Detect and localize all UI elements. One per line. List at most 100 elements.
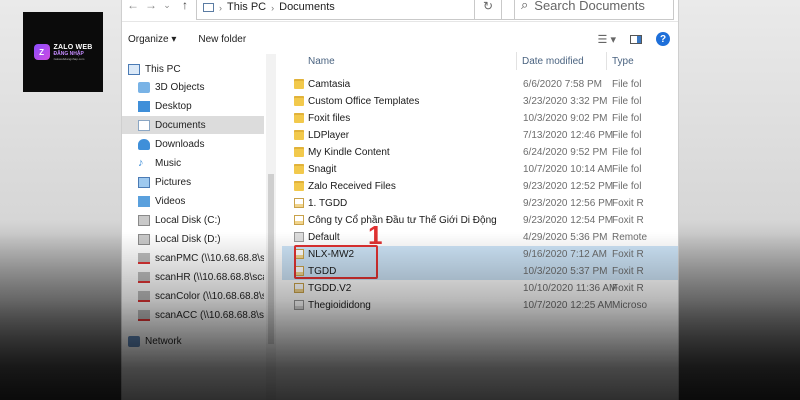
history-dropdown-icon[interactable]: ⌄ <box>158 0 176 14</box>
network-drive-icon <box>138 290 150 302</box>
sidebar-item[interactable]: Local Disk (D:) <box>122 230 264 248</box>
sidebar-item-label: Pictures <box>155 176 192 188</box>
sidebar-item-label: scanHR (\\10.68.68.8\scan <box>155 271 264 283</box>
file-row[interactable]: Foxit files 10/3/2020 9:02 PM File fol <box>282 110 678 127</box>
sidebar-item[interactable]: scanPMC (\\10.68.68.8\sca <box>122 249 264 267</box>
search-input[interactable]: ⌕ Search Documents <box>514 0 674 20</box>
file-type: File fol <box>612 130 642 141</box>
file-row[interactable]: Camtasia 6/6/2020 7:58 PM File fol <box>282 76 678 93</box>
sidebar-item[interactable]: Local Disk (C:) <box>122 211 264 229</box>
up-arrow-icon[interactable]: ↑ <box>176 0 194 14</box>
sidebar-item[interactable]: ♪ Music <box>122 154 264 172</box>
chevron-right-icon: › <box>219 3 222 13</box>
file-name: Snagit <box>308 164 337 175</box>
file-name: TGDD.V2 <box>308 283 352 294</box>
file-name: 1. TGDD <box>308 198 348 209</box>
nav-scrollbar-thumb[interactable] <box>268 174 274 344</box>
file-date: 10/7/2020 12:25 AM <box>523 300 613 311</box>
network-drive-icon <box>138 252 150 264</box>
sidebar-item[interactable]: Pictures <box>122 173 264 191</box>
column-divider[interactable] <box>606 52 607 70</box>
file-date: 3/23/2020 3:32 PM <box>523 96 608 107</box>
search-placeholder: Search Documents <box>534 0 645 13</box>
folder-icon <box>294 113 304 123</box>
file-date: 9/23/2020 12:52 PM <box>523 181 614 192</box>
file-row[interactable]: Thegioididong 10/7/2020 12:25 AM Microso <box>282 297 678 314</box>
sidebar-item[interactable]: Network <box>122 332 264 350</box>
video-icon <box>138 195 150 207</box>
file-date: 6/6/2020 7:58 PM <box>523 79 602 90</box>
column-header-name[interactable]: Name <box>308 56 335 67</box>
logo-subtitle: ĐĂNG NHẬP <box>53 50 84 57</box>
file-name: Công ty Cổ phần Đầu tư Thế Giới Di Động <box>308 215 497 226</box>
file-type: Remote <box>612 232 648 243</box>
back-arrow-icon[interactable]: ← <box>124 0 142 14</box>
help-icon[interactable]: ? <box>656 32 670 46</box>
nav-scrollbar[interactable] <box>266 54 276 400</box>
file-type: File fol <box>612 147 642 158</box>
sidebar-item[interactable]: This PC <box>122 60 264 78</box>
file-type: Foxit R <box>612 198 644 209</box>
column-header-date[interactable]: Date modified <box>522 56 584 67</box>
sidebar-item-label: Local Disk (C:) <box>155 214 221 226</box>
file-list: Name Date modified Type Camtasia 6/6/2020… <box>282 50 678 400</box>
file-name: LDPlayer <box>308 130 350 141</box>
sidebar-item-label: Downloads <box>155 138 205 150</box>
file-row[interactable]: Snagit 10/7/2020 10:14 AM File fol <box>282 161 678 178</box>
pdf-file-icon <box>294 198 304 208</box>
logo-text: ZALO WEB ĐĂNG NHẬP zalowebdangnhap.com <box>54 44 93 61</box>
sidebar-item[interactable]: scanACC (\\10.68.68.8\sc <box>122 306 264 324</box>
file-row[interactable]: Công ty Cổ phần Đầu tư Thế Giới Di Động 9… <box>282 212 678 229</box>
file-date: 10/3/2020 9:02 PM <box>523 113 608 124</box>
file-row[interactable]: Zalo Received Files 9/23/2020 12:52 PM Fil… <box>282 178 678 195</box>
folder-icon <box>294 181 304 191</box>
organize-button[interactable]: Organize ▾ <box>128 34 176 45</box>
preview-pane-icon[interactable] <box>630 34 642 44</box>
file-name: Foxit files <box>308 113 351 124</box>
sidebar-item[interactable]: scanColor (\\10.68.68.8\sc <box>122 287 264 305</box>
shortcut-icon <box>294 232 304 242</box>
file-row[interactable]: Default 4/29/2020 5:36 PM Remote <box>282 229 678 246</box>
address-bar-row: ← → ⌄ ↑ › This PC › Documents ⌄ ↻ ⌕ Sear… <box>122 0 678 22</box>
step-marker: 1 <box>368 220 383 250</box>
column-divider[interactable] <box>516 52 517 70</box>
xml-file-icon <box>294 300 304 310</box>
pdf-file-icon <box>294 283 304 293</box>
breadcrumb-documents[interactable]: Documents <box>279 1 335 13</box>
file-row[interactable]: 1. TGDD 9/23/2020 12:56 PM Foxit R <box>282 195 678 212</box>
folder-icon <box>294 164 304 174</box>
sidebar-item-label: Music <box>155 157 182 169</box>
file-row[interactable]: TGDD.V2 10/10/2020 11:36 AM Foxit R <box>282 280 678 297</box>
sidebar-item[interactable]: Documents <box>122 116 264 134</box>
navigation-pane: This PC 3D Objects Desktop Documents Downloa… <box>122 54 264 400</box>
file-row[interactable]: Custom Office Templates 3/23/2020 3:32 PM… <box>282 93 678 110</box>
file-row[interactable]: LDPlayer 7/13/2020 12:46 PM File fol <box>282 127 678 144</box>
column-header-type[interactable]: Type <box>612 56 634 67</box>
desktop-icon <box>138 100 150 112</box>
logo-title: ZALO WEB <box>53 43 93 51</box>
file-name: Camtasia <box>308 79 351 90</box>
pictures-icon <box>138 176 150 188</box>
file-date: 9/16/2020 7:12 AM <box>523 249 607 260</box>
sidebar-item[interactable]: scanHR (\\10.68.68.8\scan <box>122 268 264 286</box>
file-date: 9/23/2020 12:56 PM <box>523 198 614 209</box>
sidebar-item[interactable]: Downloads <box>122 135 264 153</box>
logo-url: zalowebdangnhap.com <box>53 56 85 61</box>
download-icon <box>138 138 150 150</box>
refresh-button[interactable]: ↻ <box>474 0 502 20</box>
pc-icon <box>128 63 140 75</box>
file-type: Foxit R <box>612 249 644 260</box>
file-type: Foxit R <box>612 266 644 277</box>
file-row[interactable]: My Kindle Content 6/24/2020 9:52 PM File f… <box>282 144 678 161</box>
sidebar-item[interactable]: Desktop <box>122 97 264 115</box>
sidebar-item[interactable]: Videos <box>122 192 264 210</box>
sidebar-item[interactable]: 3D Objects <box>122 78 264 96</box>
folder-icon <box>294 130 304 140</box>
music-icon: ♪ <box>138 156 144 169</box>
view-options-icon[interactable]: ☰ ▾ <box>598 33 616 46</box>
sidebar-item-label: Local Disk (D:) <box>155 233 221 245</box>
new-folder-button[interactable]: New folder <box>198 34 246 45</box>
file-date: 10/3/2020 5:37 PM <box>523 266 608 277</box>
breadcrumb-this-pc[interactable]: This PC <box>227 1 266 13</box>
network-icon <box>128 335 140 347</box>
